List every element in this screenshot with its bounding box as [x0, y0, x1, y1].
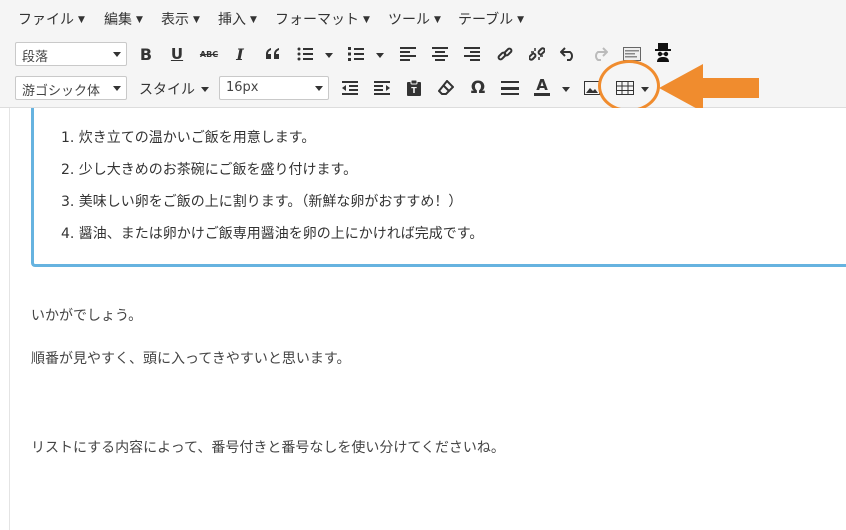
- omega-glyph: Ω: [470, 78, 486, 98]
- italic-glyph: I: [236, 44, 244, 64]
- font-family-select[interactable]: 游ゴシック体: [15, 76, 127, 100]
- bullet-list-icon[interactable]: [294, 43, 316, 65]
- italic-icon[interactable]: I: [229, 43, 251, 65]
- bullet-list-dropdown[interactable]: [325, 53, 333, 58]
- format-select[interactable]: 段落: [15, 42, 127, 66]
- paragraph: 順番が見やすく、頭に入ってきやすいと思います。: [31, 351, 351, 367]
- bold-glyph: B: [139, 44, 153, 64]
- menu-table-label: テーブル: [458, 12, 514, 28]
- strike-glyph: ABC: [199, 49, 219, 59]
- chevron-down-icon: [315, 86, 323, 91]
- underline-glyph: U: [170, 45, 184, 63]
- chevron-down-icon: ▼: [250, 15, 257, 25]
- list-item: 4. 醤油、または卵かけご飯専用醤油を卵の上にかければ完成です。: [61, 226, 484, 242]
- style-dropdown-label: スタイル: [139, 82, 195, 98]
- menu-file[interactable]: ファイル ▼: [18, 9, 85, 29]
- menu-insert-label: 挿入: [218, 12, 246, 28]
- preview-icon[interactable]: [621, 43, 643, 65]
- menu-table[interactable]: テーブル ▼: [458, 9, 524, 29]
- menu-edit[interactable]: 編集 ▼: [104, 9, 143, 29]
- align-left-icon[interactable]: [397, 43, 419, 65]
- outdent-icon[interactable]: [339, 77, 361, 99]
- format-select-value: 段落: [22, 50, 49, 65]
- bold-icon[interactable]: B: [135, 43, 157, 65]
- eraser-icon[interactable]: [435, 77, 457, 99]
- table-dropdown[interactable]: [641, 87, 649, 92]
- chevron-down-icon: [201, 87, 209, 92]
- svg-text:T: T: [411, 86, 417, 95]
- horizontal-rule-icon[interactable]: [499, 77, 521, 99]
- menu-format[interactable]: フォーマット ▼: [275, 9, 370, 29]
- text-color-glyph: A: [534, 76, 550, 96]
- blockquote-icon[interactable]: [262, 43, 284, 65]
- menu-insert[interactable]: 挿入 ▼: [218, 9, 257, 29]
- numbered-list-box: 1. 炊き立ての温かいご飯を用意します。 2. 少し大きめのお茶碗にご飯を盛り付…: [31, 108, 846, 267]
- chevron-down-icon: ▼: [517, 15, 525, 25]
- menu-tools-label: ツール: [388, 12, 430, 28]
- chevron-down-icon: [113, 52, 121, 57]
- image-icon[interactable]: [581, 77, 603, 99]
- strikethrough-icon[interactable]: ABC: [198, 43, 220, 65]
- spy-icon[interactable]: [652, 41, 674, 63]
- paragraph: リストにする内容によって、番号付きと番号なしを使い分けてくださいね。: [31, 440, 505, 456]
- menu-file-label: ファイル: [18, 12, 74, 28]
- chevron-down-icon: ▼: [78, 15, 85, 25]
- numbered-list-dropdown[interactable]: [376, 53, 384, 58]
- font-size-value: 16px: [226, 80, 259, 95]
- paste-text-icon[interactable]: T: [403, 77, 425, 99]
- omega-icon[interactable]: Ω: [467, 77, 489, 99]
- undo-icon[interactable]: [557, 43, 579, 65]
- link-icon[interactable]: [494, 43, 516, 65]
- redo-icon[interactable]: [589, 43, 611, 65]
- chevron-down-icon: ▼: [136, 15, 143, 25]
- menu-view-label: 表示: [161, 12, 189, 28]
- numbered-list-icon[interactable]: [345, 43, 367, 65]
- list-item: 3. 美味しい卵をご飯の上に割ります。（新鮮な卵がおすすめ！）: [61, 194, 463, 210]
- table-icon[interactable]: [614, 77, 636, 99]
- text-color-dropdown[interactable]: [562, 87, 570, 92]
- align-center-icon[interactable]: [429, 43, 451, 65]
- indent-icon[interactable]: [371, 77, 393, 99]
- font-family-value: 游ゴシック体: [22, 84, 101, 99]
- menu-format-label: フォーマット: [275, 12, 359, 28]
- chevron-down-icon: [113, 86, 121, 91]
- chevron-down-icon: ▼: [363, 15, 370, 25]
- font-size-select[interactable]: 16px: [219, 76, 329, 100]
- chevron-down-icon: ▼: [193, 15, 200, 25]
- list-item: 1. 炊き立ての温かいご飯を用意します。: [61, 130, 316, 146]
- content-left-border: [9, 108, 10, 530]
- editor-content[interactable]: 1. 炊き立ての温かいご飯を用意します。 2. 少し大きめのお茶碗にご飯を盛り付…: [0, 108, 846, 530]
- underline-icon[interactable]: U: [166, 43, 188, 65]
- menu-view[interactable]: 表示 ▼: [161, 9, 200, 29]
- unlink-icon[interactable]: [526, 43, 548, 65]
- list-item: 2. 少し大きめのお茶碗にご飯を盛り付けます。: [61, 162, 358, 178]
- menu-bar: ファイル ▼ 編集 ▼ 表示 ▼ 挿入 ▼ フォーマット ▼ ツール ▼ テーブル ▼: [0, 0, 846, 36]
- menu-edit-label: 編集: [104, 12, 132, 28]
- editor-toolbar: 段落 B U ABC I 游ゴシック体 スタイル 16px T Ω A: [0, 36, 846, 108]
- menu-tools[interactable]: ツール ▼: [388, 9, 441, 29]
- text-color-icon[interactable]: A: [531, 76, 553, 98]
- style-dropdown[interactable]: スタイル: [139, 79, 209, 99]
- align-right-icon[interactable]: [461, 43, 483, 65]
- paragraph: いかがでしょう。: [31, 308, 143, 324]
- chevron-down-icon: ▼: [434, 15, 441, 25]
